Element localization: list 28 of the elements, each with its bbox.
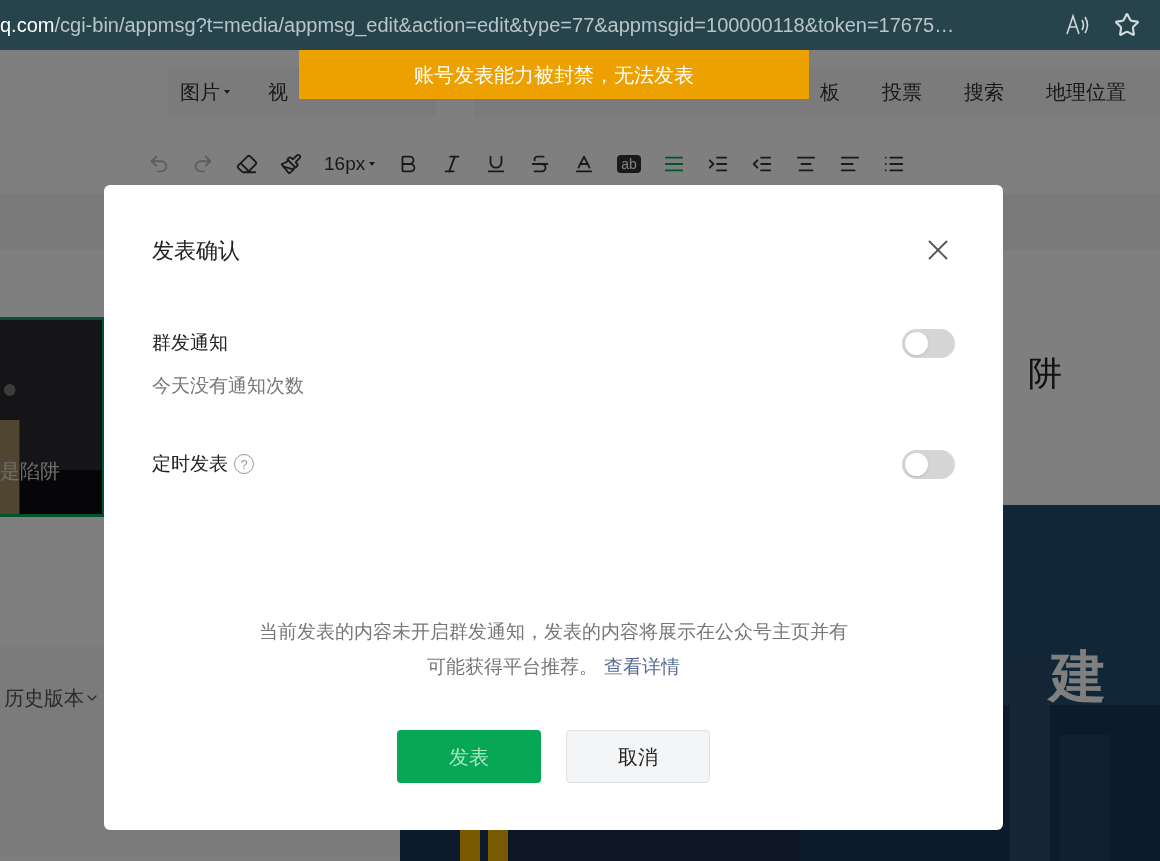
option-hint: 今天没有通知次数 bbox=[152, 373, 304, 398]
article-title: 阱 bbox=[1028, 353, 1062, 394]
insert-menu-item[interactable]: 投票 bbox=[882, 77, 922, 107]
highlight-button[interactable]: ab bbox=[617, 155, 641, 173]
notice-text: 当前发表的内容未开启群发通知，发表的内容将展示在公众号主页并有可能获得平台推荐。 查看详情 bbox=[258, 620, 849, 679]
publish-button[interactable]: 发表 bbox=[397, 730, 541, 783]
cancel-button[interactable]: 取消 bbox=[566, 730, 710, 783]
eraser-icon[interactable] bbox=[236, 153, 258, 175]
insert-menu-item[interactable]: 图片 bbox=[180, 77, 230, 107]
url-text[interactable]: q.com/cgi-bin/appmsg?t=media/appmsg_edit&action=edit&type=77&appmsgid=100000118&token=17675… bbox=[0, 10, 1064, 40]
brush-icon[interactable] bbox=[280, 153, 302, 175]
favorite-icon[interactable] bbox=[1114, 12, 1140, 38]
insert-menu-item[interactable]: 搜索 bbox=[964, 77, 1004, 107]
error-banner: 账号发表能力被封禁，无法发表 bbox=[299, 50, 809, 99]
caret-icon bbox=[224, 90, 230, 94]
font-size-select[interactable]: 16px bbox=[324, 149, 376, 179]
toggle-switch[interactable] bbox=[902, 329, 955, 358]
caret-icon bbox=[369, 162, 376, 166]
insert-menu-item[interactable]: 板 bbox=[820, 77, 840, 107]
cover-caption: 是陷阱 bbox=[0, 459, 60, 484]
toggle-switch[interactable] bbox=[902, 450, 955, 479]
dialog-title: 发表确认 bbox=[152, 236, 240, 265]
history-versions-link[interactable]: 历史版本 bbox=[4, 683, 400, 713]
insert-menu-item[interactable]: 视 bbox=[268, 77, 288, 107]
details-link[interactable]: 查看详情 bbox=[603, 656, 680, 677]
option-label: 群发通知 bbox=[152, 331, 228, 355]
option-label: 定时发表 bbox=[152, 452, 228, 476]
insert-menu-item[interactable]: 地理位置 bbox=[1046, 77, 1126, 107]
